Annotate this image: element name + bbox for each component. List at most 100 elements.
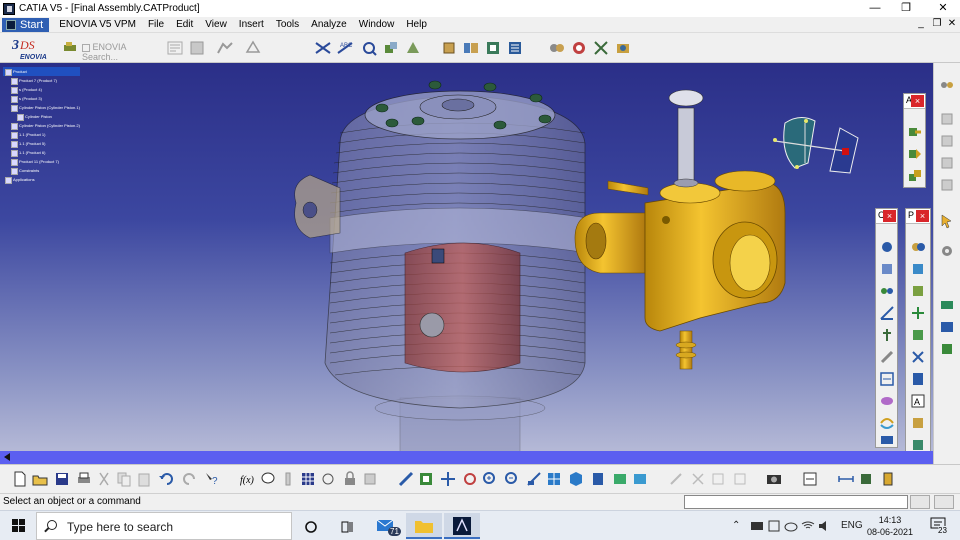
update-icon[interactable] (907, 146, 923, 162)
dock-tool-3-icon[interactable] (939, 341, 955, 357)
existing-component-icon[interactable] (506, 39, 524, 57)
close-toolbar-a-button[interactable]: × (911, 95, 924, 107)
coincidence-icon[interactable] (879, 239, 895, 255)
angle-icon[interactable] (879, 305, 895, 321)
move-icon[interactable] (910, 305, 926, 321)
mdi-close-button[interactable]: ✕ (945, 18, 959, 29)
save-icon[interactable] (54, 471, 70, 487)
product-icon[interactable] (910, 239, 926, 255)
swap-visible-icon[interactable] (632, 471, 648, 487)
volume-icon[interactable] (818, 520, 832, 532)
close-toolbar-c-button[interactable]: × (883, 210, 896, 222)
command-button-2[interactable] (934, 495, 954, 509)
graph-tree-icon[interactable] (910, 371, 926, 387)
tray-app-2-icon[interactable] (767, 520, 781, 532)
enovia-open-icon[interactable] (216, 39, 234, 57)
reuse-pattern-icon[interactable] (907, 168, 923, 184)
constraint-icon[interactable] (907, 124, 923, 140)
capture-camera-icon[interactable] (766, 471, 782, 487)
snap-icon[interactable] (570, 39, 588, 57)
whats-this-icon[interactable]: ? (204, 471, 220, 487)
clock[interactable]: 14:13 08-06-2021 (860, 514, 920, 538)
annotation-icon[interactable] (910, 415, 926, 431)
start-menu[interactable]: Start (2, 17, 50, 32)
comment-icon[interactable] (260, 471, 276, 487)
manipulation-icon[interactable] (548, 39, 566, 57)
flexible-icon[interactable] (879, 393, 895, 409)
pan-icon[interactable] (440, 471, 456, 487)
assembly-model[interactable] (0, 63, 933, 453)
cortana-icon[interactable] (303, 519, 319, 535)
select-arrow-icon[interactable] (939, 213, 955, 229)
enovia-save-icon[interactable] (188, 39, 206, 57)
menu-analyze[interactable]: Analyze (305, 17, 353, 33)
scroll-left-icon[interactable] (4, 453, 10, 461)
menu-enovia[interactable]: ENOVIA V5 VPM (53, 17, 142, 33)
3d-viewport[interactable]: Product Product 7 (Product 7) s (Product… (0, 63, 933, 453)
parameter-icon[interactable] (280, 471, 296, 487)
paste-icon[interactable] (136, 471, 152, 487)
floating-toolbar-header[interactable]: P × (906, 209, 930, 224)
formula-icon[interactable]: f(x) (240, 471, 256, 487)
close-button[interactable]: ✕ (928, 0, 958, 17)
new-file-icon[interactable] (12, 471, 28, 487)
menu-view[interactable]: View (199, 17, 233, 33)
dock-tool-1-icon[interactable] (939, 297, 955, 313)
menu-insert[interactable]: Insert (233, 17, 270, 33)
menu-tools[interactable]: Tools (270, 17, 305, 33)
dock-tool-2-icon[interactable] (939, 319, 955, 335)
mdi-restore-button[interactable]: ❐ (930, 18, 944, 29)
copy-icon[interactable] (116, 471, 132, 487)
menu-help[interactable]: Help (400, 17, 433, 33)
scenes-icon[interactable] (939, 177, 955, 193)
print-icon[interactable] (76, 471, 92, 487)
enovia-tools-icon[interactable] (62, 39, 80, 57)
measure-distance-icon[interactable] (838, 471, 854, 487)
wifi-icon[interactable] (801, 520, 815, 532)
clash-icon[interactable] (382, 39, 400, 57)
quick-constraint-icon[interactable] (879, 371, 895, 387)
component-icon[interactable] (910, 261, 926, 277)
lock-icon[interactable] (342, 471, 358, 487)
knowledge-icon[interactable] (320, 471, 336, 487)
text-tool-icon[interactable]: A (910, 393, 926, 409)
workbench-icon[interactable] (939, 77, 955, 93)
measure-item-icon[interactable]: ABC (336, 39, 354, 57)
minimize-button[interactable]: — (860, 0, 890, 17)
part-icon[interactable] (910, 283, 926, 299)
tray-cloud-icon[interactable] (784, 520, 798, 532)
open-file-icon[interactable] (32, 471, 48, 487)
fix-icon[interactable] (879, 327, 895, 343)
multi-view-icon[interactable] (546, 471, 562, 487)
properties-icon[interactable] (880, 471, 896, 487)
contact-icon[interactable] (879, 261, 895, 277)
cut-icon[interactable] (96, 471, 112, 487)
tray-overflow-icon[interactable]: ⌃ (732, 520, 740, 531)
iso-view-icon[interactable] (568, 471, 584, 487)
zoom-out-icon[interactable] (504, 471, 520, 487)
disabled-tool-4-icon[interactable] (732, 471, 748, 487)
table-icon[interactable] (300, 471, 316, 487)
mdi-minimize-button[interactable]: _ (914, 18, 928, 29)
disabled-tool-3-icon[interactable] (710, 471, 726, 487)
catalog-icon[interactable] (939, 111, 955, 127)
catalog-browse-icon[interactable] (939, 133, 955, 149)
menu-file[interactable]: File (142, 17, 170, 33)
check-icon[interactable] (362, 471, 378, 487)
new-part-icon[interactable] (484, 39, 502, 57)
3ds-enovia-logo[interactable]: 3 DS ENOVIA (10, 35, 54, 61)
rotate-icon[interactable] (910, 327, 926, 343)
reuse-icon[interactable] (879, 435, 895, 445)
disabled-tool-1-icon[interactable] (668, 471, 684, 487)
zoom-in-icon[interactable] (482, 471, 498, 487)
bom-icon[interactable] (939, 155, 955, 171)
hide-show-icon[interactable] (612, 471, 628, 487)
undo-icon[interactable] (158, 471, 174, 487)
enovia-search-field[interactable]: ENOVIA Search... (82, 42, 162, 62)
taskbar-catia-app[interactable] (444, 513, 480, 539)
normal-view-icon[interactable] (526, 471, 542, 487)
compass-toggle-icon[interactable] (858, 471, 874, 487)
new-component-icon[interactable] (440, 39, 458, 57)
fly-mode-icon[interactable] (398, 471, 414, 487)
fit-all-icon[interactable] (418, 471, 434, 487)
